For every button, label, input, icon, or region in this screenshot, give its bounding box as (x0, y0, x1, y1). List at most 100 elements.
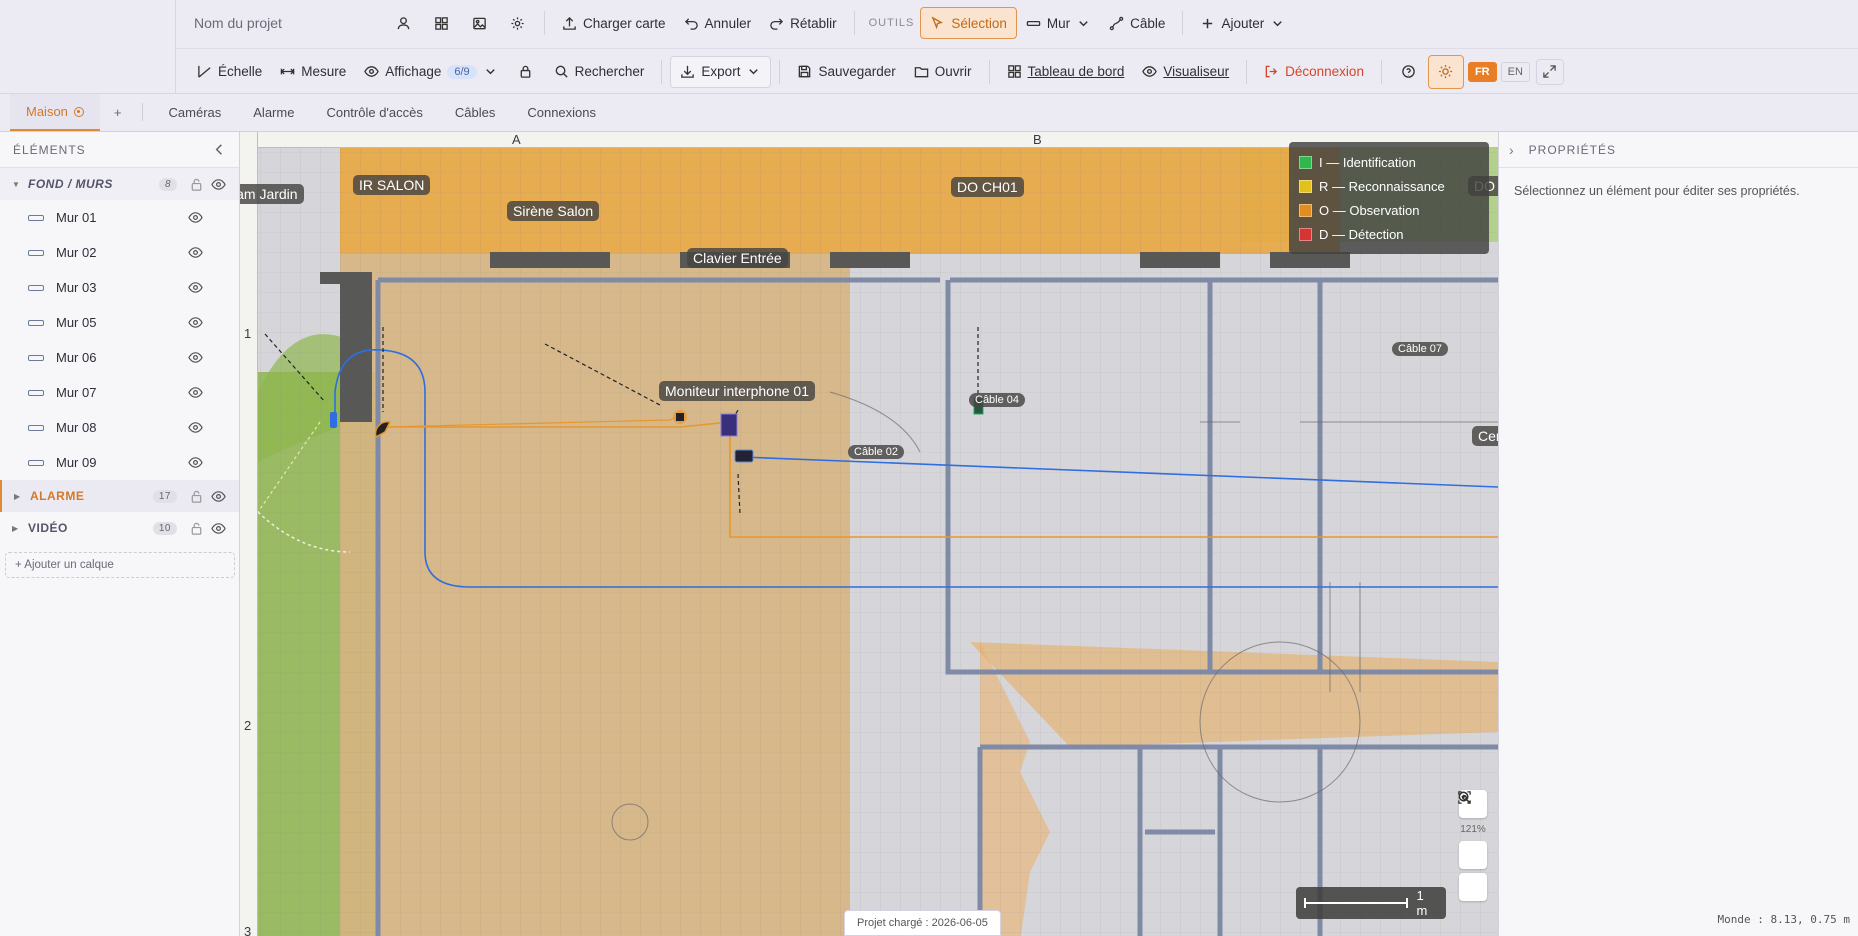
layer-fond-murs[interactable]: ▼ FOND / MURS 8 (0, 168, 239, 200)
layer-alarme[interactable]: ▶ ALARME 17 (0, 480, 239, 512)
device-label-moniteur-interphone[interactable]: Moniteur interphone 01 (659, 381, 815, 401)
viewer-label: Visualiseur (1163, 64, 1230, 79)
device-label-ir-salon[interactable]: IR SALON (353, 175, 431, 195)
device-label-sirene-salon[interactable]: Sirène Salon (507, 201, 600, 221)
add-tab-button[interactable]: + (100, 94, 136, 131)
tab-connexions[interactable]: Connexions (511, 94, 612, 131)
legend-item: O — Observation (1299, 198, 1479, 222)
eye-icon[interactable] (188, 385, 203, 400)
lock-button[interactable] (507, 56, 545, 88)
fit-view-button[interactable] (1458, 791, 1487, 901)
tab-alarme[interactable]: Alarme (237, 94, 310, 131)
lang-en-button[interactable]: EN (1500, 61, 1530, 82)
load-map-button[interactable]: Charger carte (553, 7, 675, 39)
list-item-wall[interactable]: Mur 02 (0, 235, 239, 270)
cable-label-04[interactable]: Câble 04 (969, 393, 1026, 407)
fullscreen-button[interactable] (1535, 58, 1564, 85)
list-item-wall[interactable]: Mur 01 (0, 200, 239, 235)
measure-button[interactable]: Mesure (271, 56, 355, 88)
floor-plan-canvas[interactable]: A B 1 2 3 Cam Jardin IR SALON Sirène Sal… (240, 132, 1498, 936)
save-label: Sauvegarder (818, 64, 896, 79)
wall-name: Mur 01 (56, 210, 97, 225)
lock-icon[interactable] (185, 489, 207, 504)
tab-maison[interactable]: Maison (10, 94, 100, 131)
save-button[interactable]: Sauvegarder (788, 56, 904, 88)
undo-button[interactable]: Annuler (675, 7, 761, 39)
lock-icon[interactable] (185, 521, 207, 536)
display-button[interactable]: Affichage 6/9 (355, 56, 506, 88)
selection-tool-button[interactable]: Sélection (920, 7, 1017, 39)
eye-icon[interactable] (188, 455, 203, 470)
add-button[interactable]: Ajouter (1191, 7, 1294, 39)
scale-button[interactable]: Échelle (188, 56, 271, 88)
ruler-row-label: 1 (244, 326, 252, 341)
cable-tool-button[interactable]: Câble (1100, 7, 1174, 39)
list-item-wall[interactable]: Mur 05 (0, 305, 239, 340)
list-item-wall[interactable]: Mur 09 (0, 445, 239, 480)
eye-icon[interactable] (207, 489, 229, 504)
settings-dot-icon[interactable] (73, 106, 84, 117)
device-label-do-ch01[interactable]: DO CH01 (951, 177, 1024, 197)
caret-down-icon[interactable]: ▼ (12, 180, 28, 189)
wall-icon (28, 424, 44, 431)
list-item-wall[interactable]: Mur 07 (0, 375, 239, 410)
device-label-cen[interactable]: Cen (1472, 426, 1498, 446)
user-button[interactable] (384, 7, 422, 39)
lang-fr-button[interactable]: FR (1467, 61, 1497, 82)
zoom-controls: 121% (1457, 790, 1489, 901)
search-button[interactable]: Rechercher (545, 56, 654, 88)
tools-label: OUTILS (868, 17, 915, 29)
list-item-wall[interactable]: Mur 06 (0, 340, 239, 375)
layout-button[interactable] (422, 7, 460, 39)
tab-cameras[interactable]: Caméras (153, 94, 238, 131)
layer-name: VIDÉO (28, 521, 68, 535)
wall-label: Mur (1046, 15, 1071, 31)
eye-icon[interactable] (188, 420, 203, 435)
coverage-legend: I — Identification R — Reconnaissance O … (1289, 142, 1489, 254)
project-name-input[interactable] (194, 9, 384, 37)
chevron-right-icon[interactable]: › (1509, 142, 1515, 158)
eye-icon[interactable] (188, 245, 203, 260)
zoom-out-button[interactable] (1458, 791, 1487, 869)
cable-label-02[interactable]: Câble 02 (848, 445, 905, 459)
chevron-left-icon[interactable] (212, 142, 227, 157)
list-item-wall[interactable]: Mur 03 (0, 270, 239, 305)
caret-right-icon[interactable]: ▶ (14, 492, 30, 501)
redo-button[interactable]: Rétablir (760, 7, 846, 39)
wall-tool-button[interactable]: Mur (1017, 7, 1100, 39)
camera-cam-jardin (330, 412, 337, 428)
viewer-link[interactable]: Visualiseur (1133, 56, 1238, 88)
open-button[interactable]: Ouvrir (905, 56, 981, 88)
image-button[interactable] (460, 7, 498, 39)
cable-label-07[interactable]: Câble 07 (1392, 342, 1449, 356)
eye-icon[interactable] (207, 521, 229, 536)
eye-icon[interactable] (188, 210, 203, 225)
logout-label: Déconnexion (1285, 64, 1364, 79)
tab-access-control[interactable]: Contrôle d'accès (310, 94, 438, 131)
export-button[interactable]: Export (670, 55, 772, 88)
wall-icon (28, 354, 44, 361)
elements-sidebar: ÉLÉMENTS ▼ FOND / MURS 8 Mur 01 Mur 02 M… (0, 132, 240, 936)
toolbar-divider (1182, 11, 1184, 35)
redo-icon (770, 17, 784, 30)
wall-name: Mur 06 (56, 350, 97, 365)
device-label-cam-jardin[interactable]: Cam Jardin (240, 184, 304, 204)
toolbar-row-secondary: Échelle Mesure Affichage 6/9 Rechercher … (176, 48, 1858, 94)
eye-icon[interactable] (207, 177, 229, 192)
help-button[interactable] (1390, 56, 1428, 88)
lock-icon[interactable] (185, 177, 207, 192)
dashboard-link[interactable]: Tableau de bord (998, 56, 1134, 88)
theme-toggle-button[interactable] (1427, 54, 1464, 89)
tab-cables[interactable]: Câbles (439, 94, 511, 131)
eye-icon[interactable] (188, 315, 203, 330)
layer-video[interactable]: ▶ VIDÉO 10 (0, 512, 239, 544)
settings-button[interactable] (498, 7, 536, 39)
caret-right-icon[interactable]: ▶ (12, 524, 28, 533)
language-switcher: FR EN (1467, 61, 1530, 82)
eye-icon[interactable] (188, 280, 203, 295)
logout-button[interactable]: Déconnexion (1255, 56, 1373, 88)
eye-icon[interactable] (188, 350, 203, 365)
add-layer-button[interactable]: + Ajouter un calque (5, 552, 235, 578)
device-label-clavier-entree[interactable]: Clavier Entrée (687, 248, 788, 268)
list-item-wall[interactable]: Mur 08 (0, 410, 239, 445)
